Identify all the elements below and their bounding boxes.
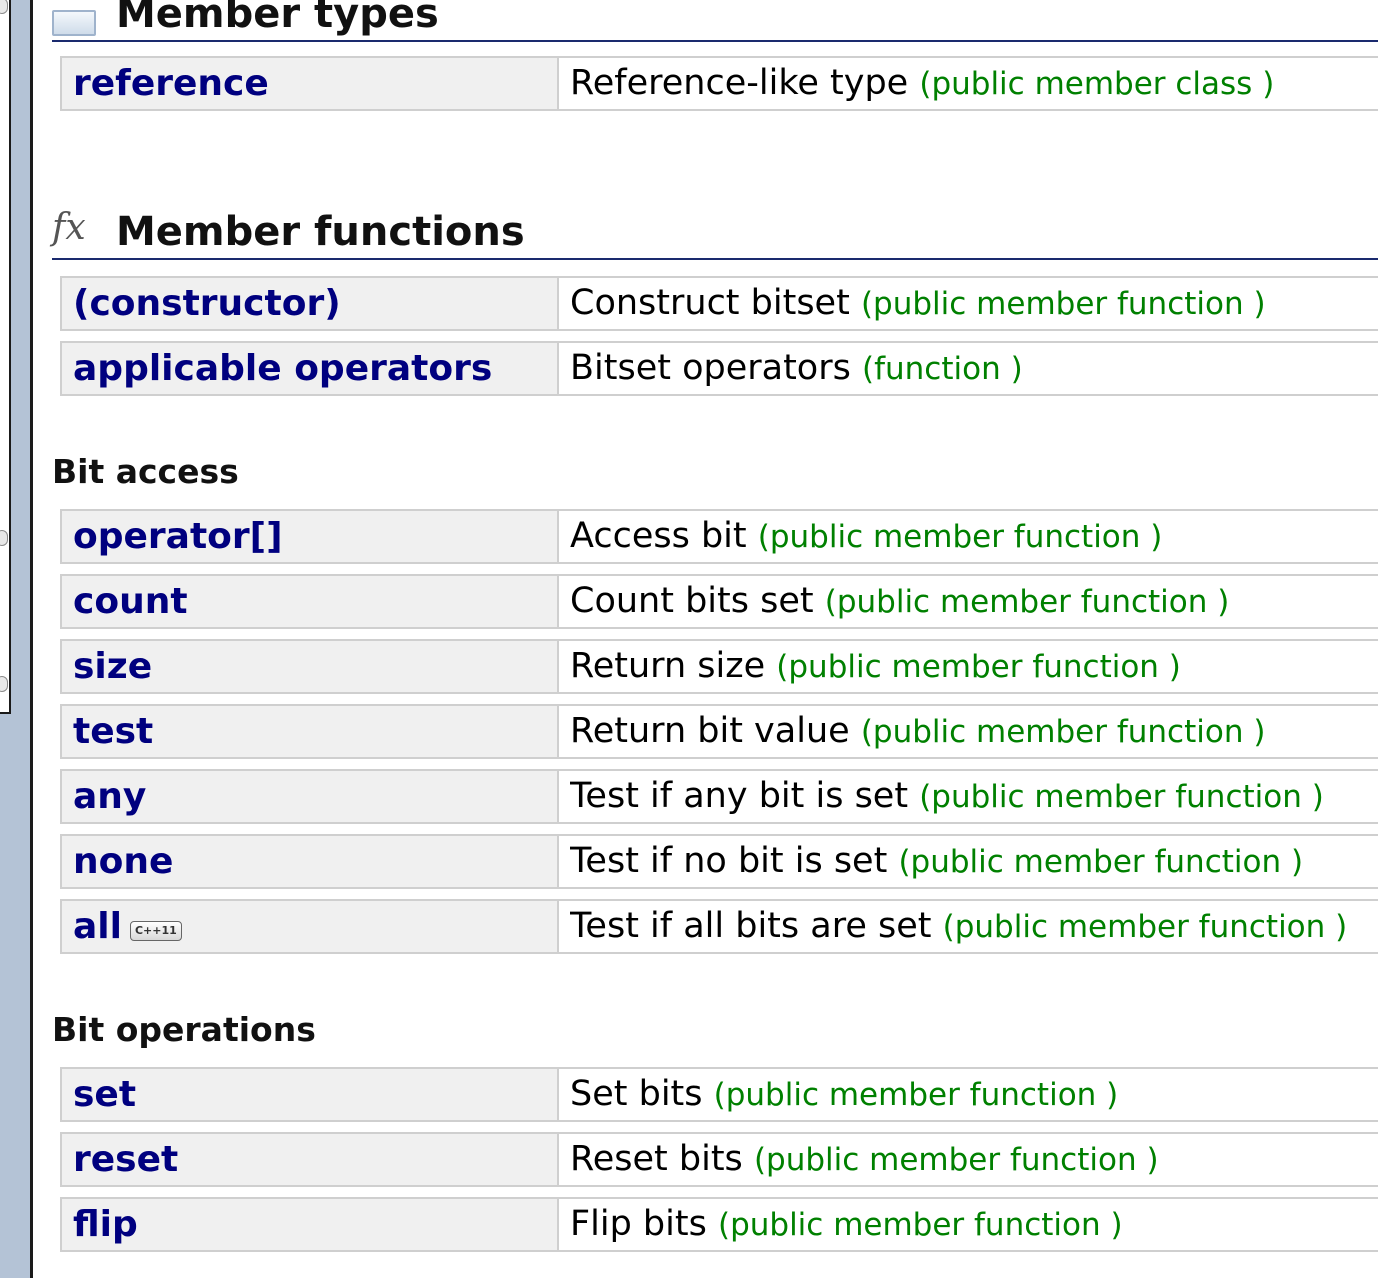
member-description: Flip bits (public member function ) bbox=[570, 1204, 1123, 1244]
member-description: Bitset operators (function ) bbox=[570, 348, 1023, 388]
member-description: Test if all bits are set (public member … bbox=[570, 906, 1348, 946]
member-link-set[interactable]: set bbox=[62, 1069, 559, 1120]
sidebar-panel bbox=[0, 0, 11, 714]
member-description: Set bits (public member function ) bbox=[570, 1074, 1119, 1114]
member-types-header: Member types bbox=[52, 0, 1378, 42]
table-row: reset Reset bits (public member function… bbox=[60, 1132, 1378, 1187]
member-kind: (public member function ) bbox=[860, 286, 1266, 322]
member-kind: (public member function ) bbox=[860, 714, 1266, 750]
scroll-knob-icon[interactable] bbox=[0, 676, 8, 692]
member-link-test[interactable]: test bbox=[62, 706, 559, 757]
member-link-any[interactable]: any bbox=[62, 771, 559, 822]
member-kind: (public member function ) bbox=[753, 1142, 1159, 1178]
member-kind: (public member function ) bbox=[776, 649, 1181, 685]
member-description: Count bits set (public member function ) bbox=[570, 581, 1230, 621]
page-border bbox=[30, 0, 33, 1278]
fx-icon: fx bbox=[52, 207, 86, 248]
member-link-reference[interactable]: reference bbox=[62, 58, 559, 109]
member-name-cell: all C++11 bbox=[62, 901, 559, 952]
subsection-title-bit-access: Bit access bbox=[52, 452, 239, 491]
member-link-reset[interactable]: reset bbox=[62, 1134, 559, 1185]
member-link-count[interactable]: count bbox=[62, 576, 559, 627]
member-kind: (public member function ) bbox=[898, 844, 1304, 880]
member-kind: (public member function ) bbox=[713, 1077, 1119, 1113]
member-functions-header: fx Member functions bbox=[52, 208, 1378, 260]
member-description: Test if no bit is set (public member fun… bbox=[570, 841, 1304, 881]
member-kind: (public member function ) bbox=[824, 584, 1230, 620]
section-title: Member functions bbox=[116, 209, 525, 255]
member-description: Test if any bit is set (public member fu… bbox=[570, 776, 1324, 816]
table-row: all C++11 Test if all bits are set (publi… bbox=[60, 899, 1378, 954]
scroll-knob-icon[interactable] bbox=[0, 530, 8, 546]
table-row: test Return bit value (public member fun… bbox=[60, 704, 1378, 759]
cpp11-badge-icon: C++11 bbox=[129, 921, 182, 941]
member-link-size[interactable]: size bbox=[62, 641, 559, 692]
table-row: flip Flip bits (public member function ) bbox=[60, 1197, 1378, 1252]
table-row: count Count bits set (public member func… bbox=[60, 574, 1378, 629]
member-link-flip[interactable]: flip bbox=[62, 1199, 559, 1250]
member-link-constructor[interactable]: (constructor) bbox=[62, 278, 559, 329]
member-kind: (function ) bbox=[861, 351, 1023, 387]
member-kind: (public member function ) bbox=[942, 909, 1348, 945]
table-row: (constructor) Construct bitset (public m… bbox=[60, 276, 1378, 331]
member-kind: (public member function ) bbox=[757, 519, 1163, 555]
subsection-title-bit-operations: Bit operations bbox=[52, 1010, 316, 1049]
member-link-none[interactable]: none bbox=[62, 836, 559, 887]
member-link-applicable-operators[interactable]: applicable operators bbox=[62, 343, 559, 394]
member-description: Return size (public member function ) bbox=[570, 646, 1181, 686]
member-description: Access bit (public member function ) bbox=[570, 516, 1163, 556]
member-description: Return bit value (public member function… bbox=[570, 711, 1266, 751]
section-title: Member types bbox=[116, 0, 439, 37]
table-row: any Test if any bit is set (public membe… bbox=[60, 769, 1378, 824]
table-row: size Return size (public member function… bbox=[60, 639, 1378, 694]
member-kind: (public member function ) bbox=[919, 779, 1324, 815]
member-link-operator-brackets[interactable]: operator[] bbox=[62, 511, 559, 562]
member-description: Reference-like type (public member class… bbox=[570, 63, 1275, 103]
table-row: set Set bits (public member function ) bbox=[60, 1067, 1378, 1122]
member-description: Construct bitset (public member function… bbox=[570, 283, 1266, 323]
table-row: applicable operators Bitset operators (f… bbox=[60, 341, 1378, 396]
scroll-knob-icon[interactable] bbox=[0, 0, 8, 14]
table-row: operator[] Access bit (public member fun… bbox=[60, 509, 1378, 564]
member-description: Reset bits (public member function ) bbox=[570, 1139, 1159, 1179]
table-row: reference Reference-like type (public me… bbox=[60, 56, 1378, 111]
table-row: none Test if no bit is set (public membe… bbox=[60, 834, 1378, 889]
member-kind: (public member function ) bbox=[717, 1207, 1123, 1243]
member-link-all[interactable]: all bbox=[73, 906, 122, 947]
member-kind: (public member class ) bbox=[919, 66, 1275, 102]
member-types-icon bbox=[52, 10, 96, 36]
